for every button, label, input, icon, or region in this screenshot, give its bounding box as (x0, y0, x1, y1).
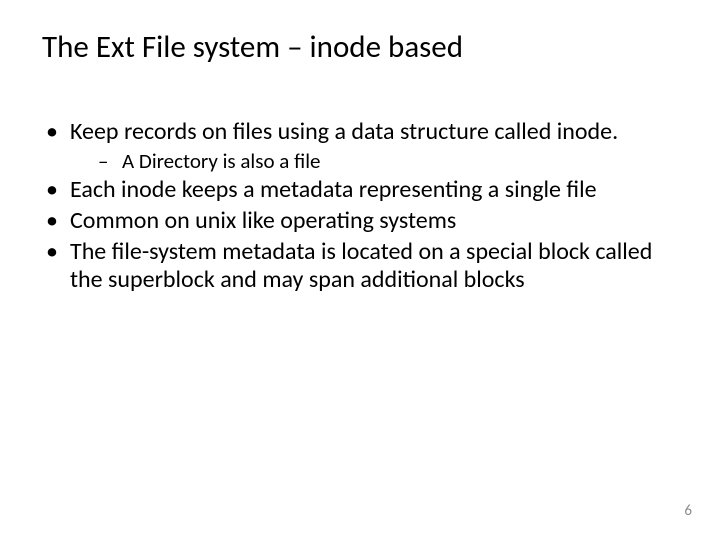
slide: The Ext File system – inode based Keep r… (0, 0, 720, 540)
bullet-text: Common on unix like operating systems (70, 206, 456, 235)
slide-body: Keep records on files using a data struc… (42, 118, 662, 297)
list-item: Each inode keeps a metadata representing… (42, 176, 662, 205)
list-item: Common on unix like operating systems (42, 207, 662, 236)
bullet-text: Each inode keeps a metadata representing… (70, 175, 597, 204)
list-item: A Directory is also a file (70, 149, 662, 174)
slide-title: The Ext File system – inode based (42, 28, 463, 66)
list-item: Keep records on files using a data struc… (42, 118, 662, 174)
bullet-text: Keep records on files using a data struc… (70, 117, 618, 146)
list-item: The file-system metadata is located on a… (42, 238, 662, 296)
page-number: 6 (684, 502, 692, 520)
bullet-text: A Directory is also a file (122, 148, 320, 174)
sub-bullet-list: A Directory is also a file (70, 149, 662, 174)
bullet-list: Keep records on files using a data struc… (42, 118, 662, 295)
bullet-text: The file-system metadata is located on a… (70, 237, 652, 295)
